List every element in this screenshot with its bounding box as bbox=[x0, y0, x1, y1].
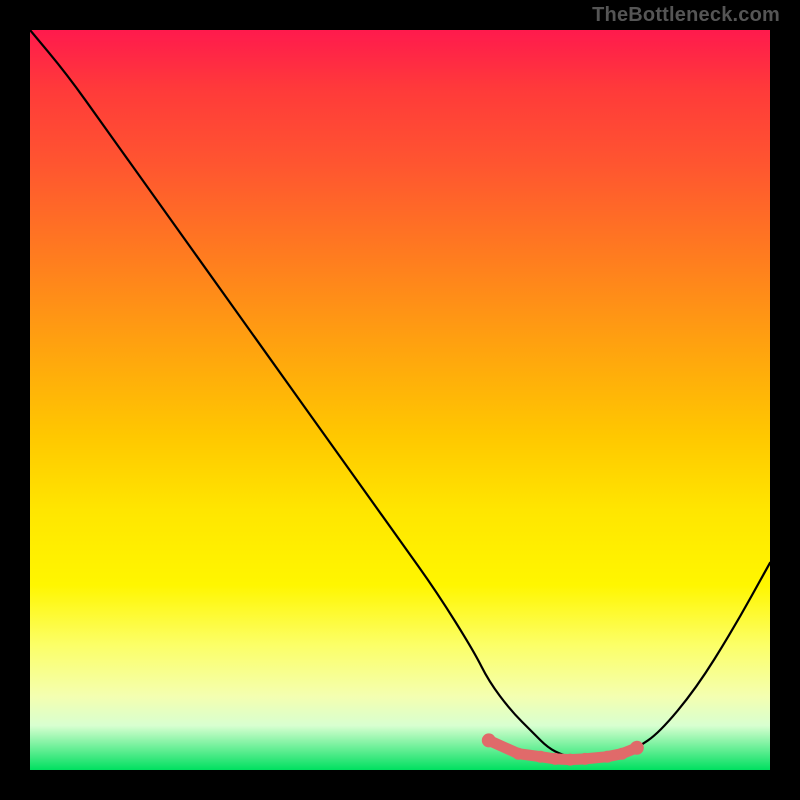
bottleneck-curve bbox=[30, 30, 770, 761]
curve-svg bbox=[30, 30, 770, 770]
highlight-point bbox=[601, 751, 613, 763]
highlight-point bbox=[616, 748, 628, 760]
plot-area bbox=[30, 30, 770, 770]
highlight-point bbox=[549, 753, 561, 765]
highlight-point bbox=[512, 748, 524, 760]
highlight-point bbox=[564, 754, 576, 766]
watermark-text: TheBottleneck.com bbox=[592, 4, 780, 27]
highlight-point bbox=[630, 741, 644, 755]
highlight-point bbox=[579, 753, 591, 765]
highlight-point bbox=[482, 733, 496, 747]
chart-frame: TheBottleneck.com bbox=[0, 0, 800, 800]
highlight-markers bbox=[482, 733, 644, 765]
highlight-point bbox=[535, 751, 547, 763]
